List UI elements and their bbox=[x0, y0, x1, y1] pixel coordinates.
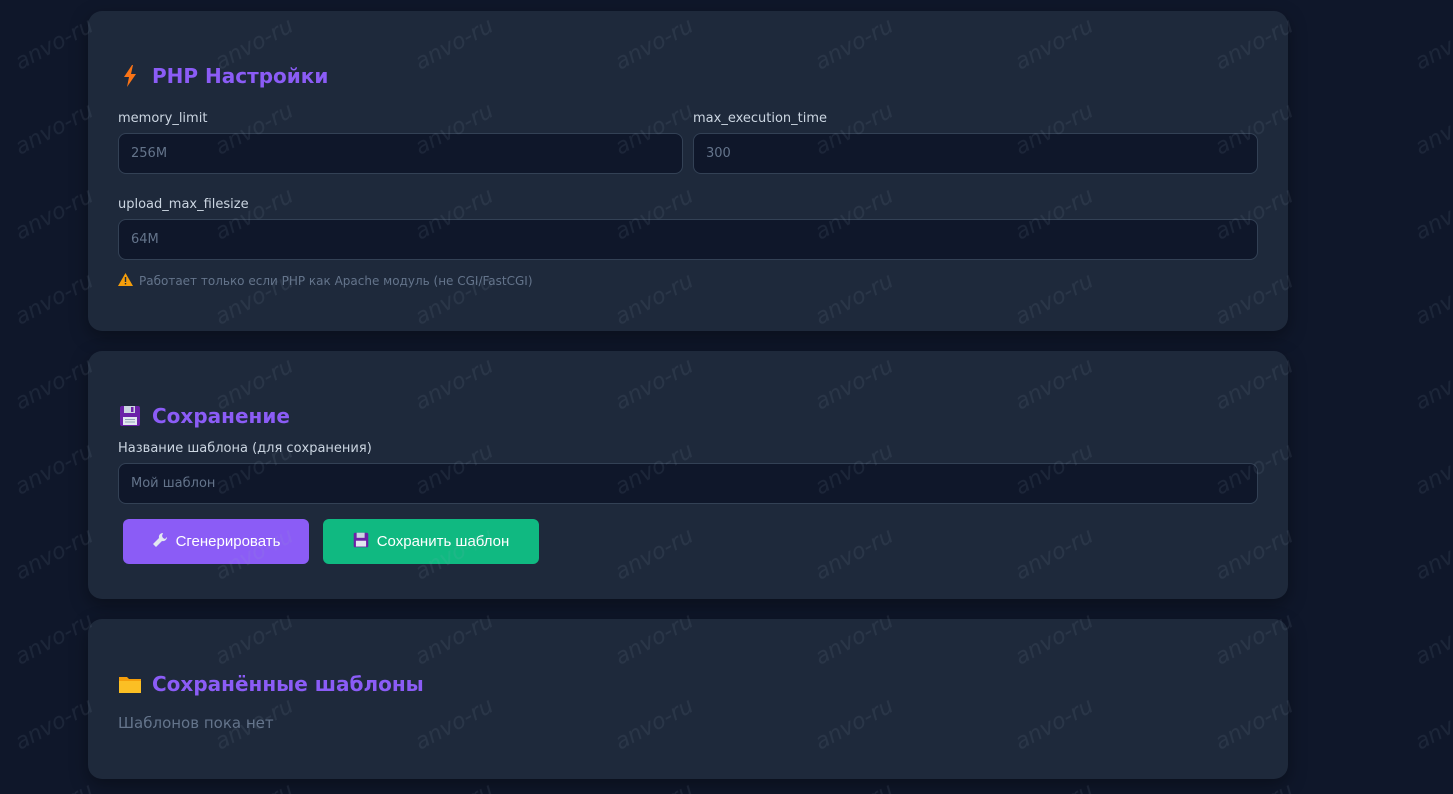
upload-max-filesize-label: upload_max_filesize bbox=[118, 197, 249, 212]
php-warning: Работает только если PHP как Apache моду… bbox=[118, 273, 533, 289]
folder-icon bbox=[118, 672, 142, 696]
save-card: Сохранение Название шаблона (для сохране… bbox=[88, 351, 1288, 599]
save-title-text: Сохранение bbox=[152, 404, 290, 428]
floppy-disk-icon bbox=[353, 532, 369, 552]
saved-templates-title-text: Сохранённые шаблоны bbox=[152, 672, 424, 696]
php-settings-card: PHP Настройки memory_limit max_execution… bbox=[88, 11, 1288, 331]
generate-button-label: Сгенерировать bbox=[175, 533, 281, 550]
php-settings-title: PHP Настройки bbox=[118, 62, 328, 90]
upload-max-filesize-input[interactable] bbox=[118, 219, 1258, 260]
empty-templates-text: Шаблонов пока нет bbox=[118, 714, 274, 732]
php-settings-title-text: PHP Настройки bbox=[152, 64, 329, 88]
template-name-label: Название шаблона (для сохранения) bbox=[118, 441, 372, 456]
lightning-icon bbox=[118, 64, 142, 88]
max-execution-time-input[interactable] bbox=[693, 133, 1258, 174]
warning-icon bbox=[118, 273, 133, 289]
template-name-input[interactable] bbox=[118, 463, 1258, 504]
save-template-button-label: Сохранить шаблон bbox=[376, 533, 510, 550]
memory-limit-label: memory_limit bbox=[118, 111, 208, 126]
save-template-button[interactable]: Сохранить шаблон bbox=[323, 519, 539, 564]
memory-limit-input[interactable] bbox=[118, 133, 683, 174]
save-title: Сохранение bbox=[118, 402, 290, 430]
wrench-icon bbox=[152, 532, 168, 552]
warning-text: Работает только если PHP как Apache моду… bbox=[139, 274, 533, 288]
saved-templates-card: Сохранённые шаблоны Шаблонов пока нет bbox=[88, 619, 1288, 779]
page: PHP Настройки memory_limit max_execution… bbox=[0, 0, 1453, 794]
floppy-disk-icon bbox=[118, 404, 142, 428]
generate-button[interactable]: Сгенерировать bbox=[123, 519, 309, 564]
max-execution-time-label: max_execution_time bbox=[693, 111, 828, 126]
saved-templates-title: Сохранённые шаблоны bbox=[118, 670, 424, 698]
